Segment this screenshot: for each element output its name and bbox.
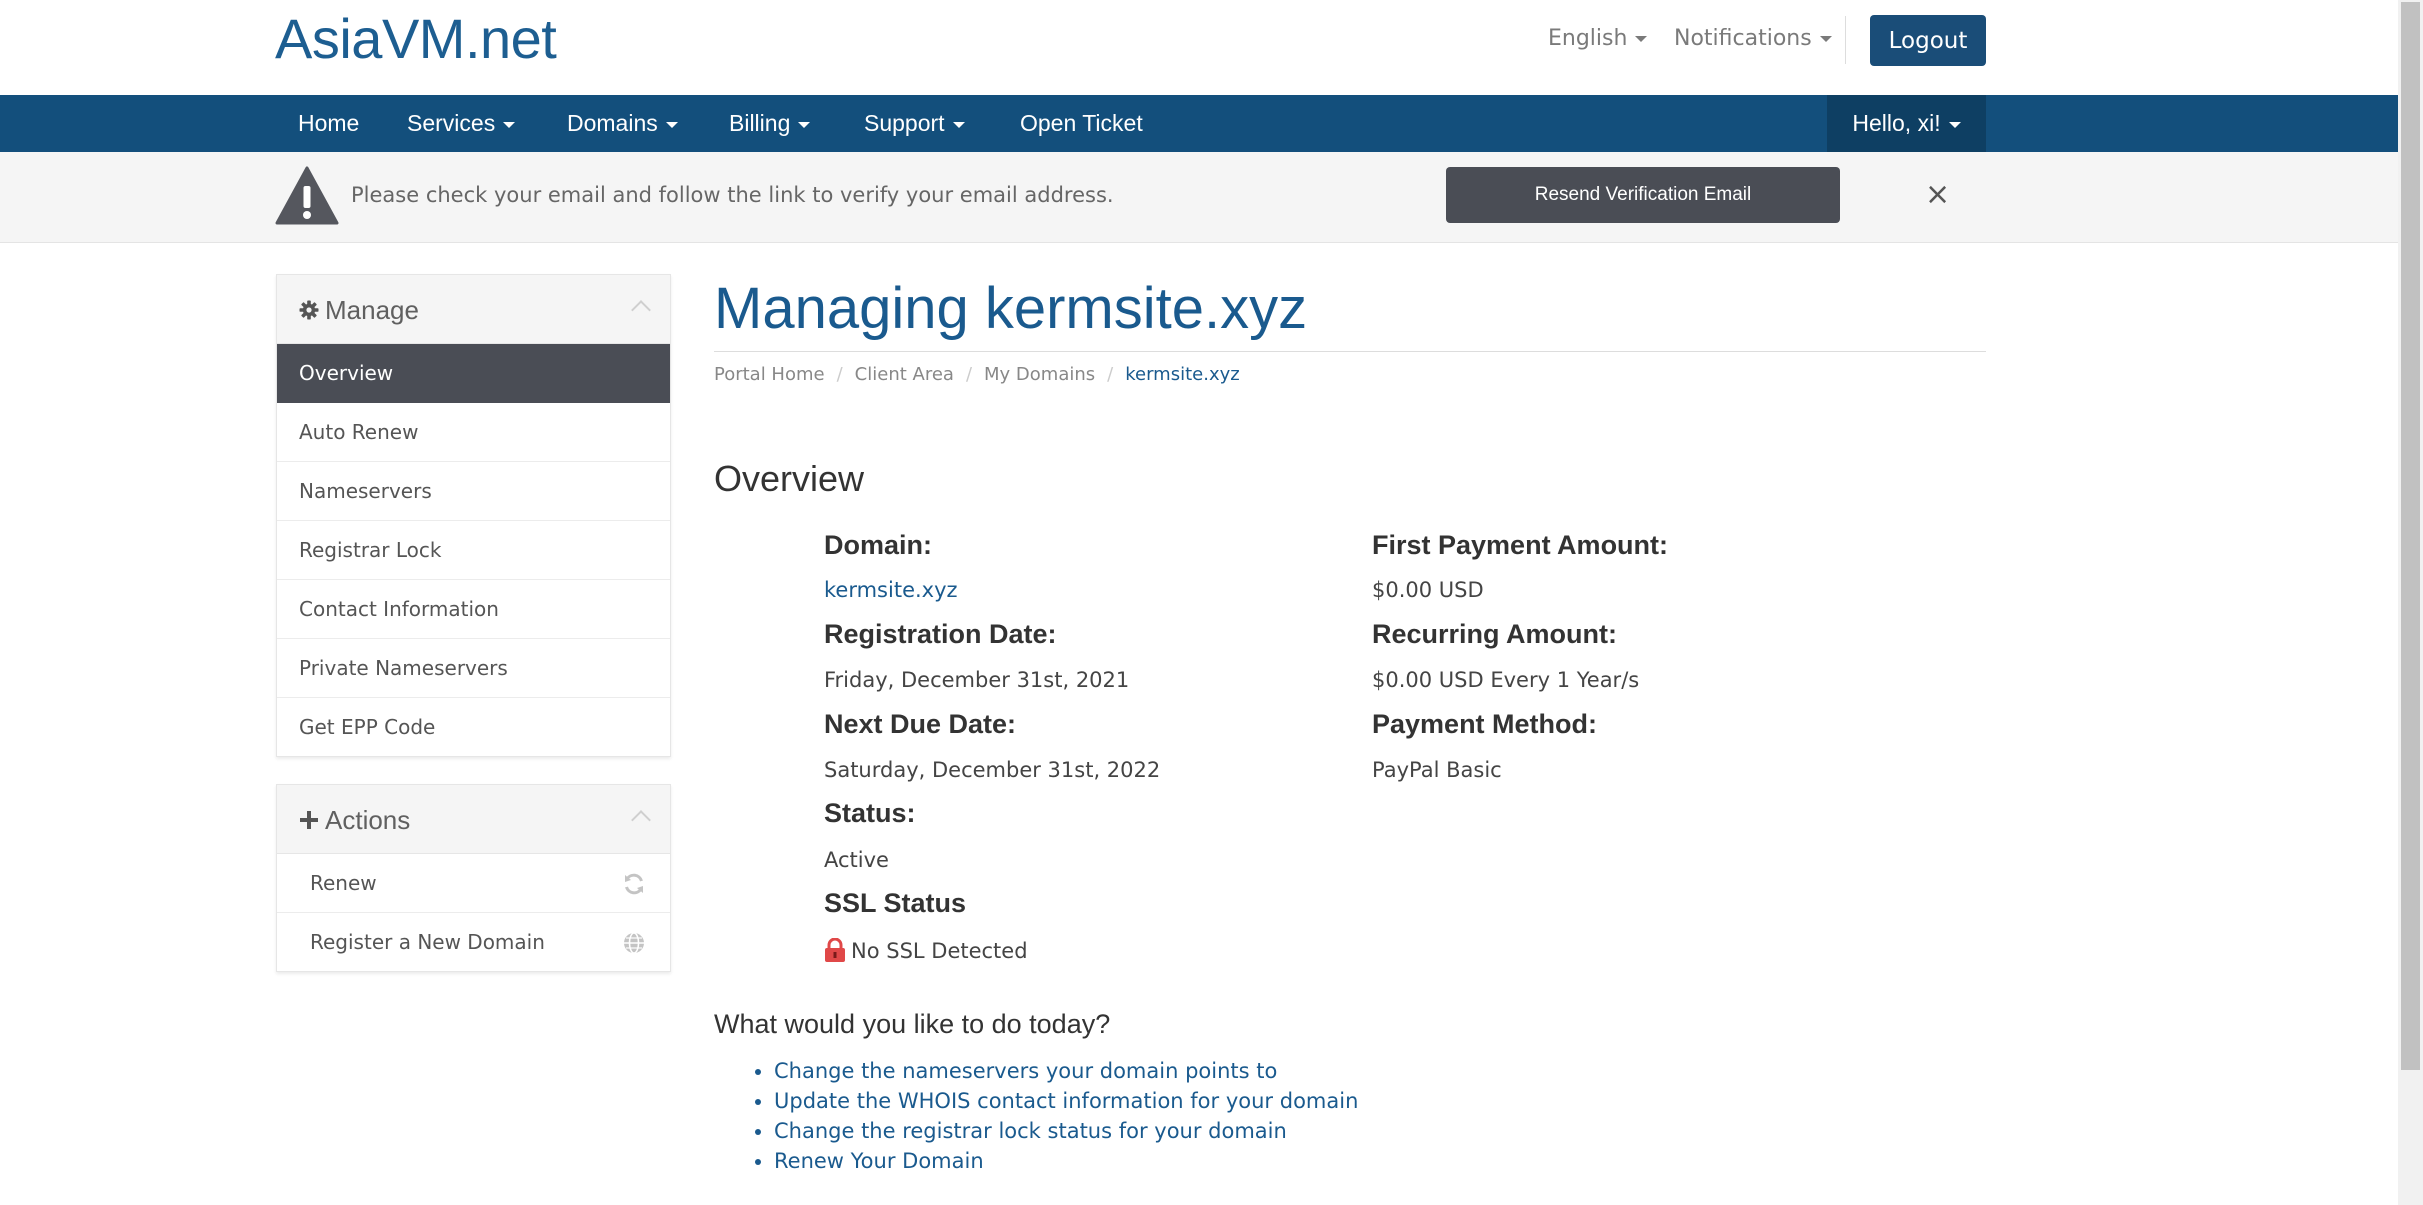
sidebar-item-label: Nameservers bbox=[299, 479, 432, 503]
sidebar-item-label: Register a New Domain bbox=[310, 930, 545, 954]
sidebar-item-renew[interactable]: Renew bbox=[277, 854, 670, 913]
payment-method-value: PayPal Basic bbox=[1372, 758, 1502, 782]
registration-date-value: Friday, December 31st, 2021 bbox=[824, 668, 1130, 692]
caret-down-icon bbox=[1948, 121, 1961, 128]
caret-down-icon bbox=[952, 121, 965, 128]
breadcrumb-client-area[interactable]: Client Area bbox=[855, 364, 954, 385]
warning-icon bbox=[275, 166, 339, 225]
sidebar-item-contact-information[interactable]: Contact Information bbox=[277, 580, 670, 639]
nav-domains-label: Domains bbox=[567, 110, 658, 136]
manage-panel-title: Manage bbox=[325, 295, 419, 325]
link-update-whois[interactable]: Update the WHOIS contact information for… bbox=[774, 1086, 1358, 1116]
link-change-nameservers[interactable]: Change the nameservers your domain point… bbox=[774, 1056, 1358, 1086]
breadcrumb-separator: / bbox=[965, 364, 973, 385]
sidebar-item-label: Auto Renew bbox=[299, 420, 419, 444]
lock-icon bbox=[825, 937, 845, 962]
refresh-icon bbox=[625, 873, 643, 895]
plus-icon bbox=[300, 811, 318, 829]
sidebar-item-register-new-domain[interactable]: Register a New Domain bbox=[277, 913, 670, 971]
recurring-amount-label: Recurring Amount: bbox=[1372, 619, 1617, 649]
breadcrumb-separator: / bbox=[836, 364, 843, 385]
sidebar-item-registrar-lock[interactable]: Registrar Lock bbox=[277, 521, 670, 580]
nav-domains[interactable]: Domains bbox=[567, 95, 678, 152]
caret-down-icon bbox=[665, 121, 678, 128]
user-menu[interactable]: Hello, xi! bbox=[1827, 95, 1986, 152]
scrollbar-thumb[interactable] bbox=[2401, 2, 2420, 1070]
nav-support-label: Support bbox=[864, 110, 945, 136]
manage-panel: Manage Overview Auto Renew Nameservers R… bbox=[276, 274, 671, 757]
registration-date-label: Registration Date: bbox=[824, 619, 1057, 649]
manage-panel-header[interactable]: Manage bbox=[277, 275, 670, 344]
ssl-status-value: No SSL Detected bbox=[851, 939, 1028, 963]
sidebar-item-overview[interactable]: Overview bbox=[277, 344, 670, 403]
actions-panel-title: Actions bbox=[325, 805, 411, 835]
chevron-up-icon[interactable] bbox=[631, 810, 651, 830]
header: AsiaVM.net English Notifications Logout bbox=[0, 0, 2398, 95]
nav-billing[interactable]: Billing bbox=[729, 95, 811, 152]
language-dropdown[interactable]: English bbox=[1548, 26, 1648, 51]
sidebar-item-label: Overview bbox=[299, 361, 394, 385]
sidebar-item-auto-renew[interactable]: Auto Renew bbox=[277, 403, 670, 462]
logout-button[interactable]: Logout bbox=[1870, 15, 1986, 66]
sidebar-item-nameservers[interactable]: Nameservers bbox=[277, 462, 670, 521]
page-title: Managing kermsite.xyz bbox=[714, 276, 1308, 341]
caret-down-icon bbox=[1819, 36, 1832, 42]
nav-support[interactable]: Support bbox=[864, 95, 965, 152]
globe-icon bbox=[624, 932, 644, 954]
overview-heading: Overview bbox=[714, 458, 865, 499]
header-divider bbox=[1845, 16, 1846, 64]
chevron-up-icon[interactable] bbox=[631, 300, 651, 320]
todo-list: Change the nameservers your domain point… bbox=[752, 1056, 1358, 1176]
breadcrumb-separator: / bbox=[1107, 364, 1114, 385]
first-payment-label: First Payment Amount: bbox=[1372, 530, 1669, 560]
close-icon[interactable]: × bbox=[1925, 180, 1950, 210]
notifications-label: Notifications bbox=[1674, 26, 1812, 51]
first-payment-value: $0.00 USD bbox=[1372, 578, 1484, 602]
sidebar-item-label: Renew bbox=[310, 871, 377, 895]
link-change-registrar-lock[interactable]: Change the registrar lock status for you… bbox=[774, 1116, 1358, 1146]
user-greeting: Hello, xi! bbox=[1852, 110, 1941, 136]
caret-down-icon bbox=[503, 121, 516, 128]
sidebar-item-label: Registrar Lock bbox=[299, 538, 442, 562]
language-label: English bbox=[1548, 26, 1628, 51]
site-logo[interactable]: AsiaVM.net bbox=[275, 6, 557, 71]
link-renew-domain[interactable]: Renew Your Domain bbox=[774, 1146, 1358, 1176]
actions-panel-header[interactable]: Actions bbox=[277, 785, 670, 854]
domain-value-link[interactable]: kermsite.xyz bbox=[824, 578, 958, 602]
caret-down-icon bbox=[798, 121, 811, 128]
main-navbar: Home Services Domains Billing Support Op… bbox=[0, 95, 2398, 152]
sidebar-item-label: Get EPP Code bbox=[299, 715, 436, 739]
ssl-status: No SSL Detected bbox=[824, 937, 1028, 963]
nav-home[interactable]: Home bbox=[298, 95, 359, 152]
breadcrumb-portal-home[interactable]: Portal Home bbox=[714, 364, 825, 385]
sidebar-item-label: Private Nameservers bbox=[299, 656, 508, 680]
alert-message: Please check your email and follow the l… bbox=[351, 183, 1114, 207]
sidebar-item-get-epp-code[interactable]: Get EPP Code bbox=[277, 698, 670, 756]
sidebar-item-label: Contact Information bbox=[299, 597, 499, 621]
ssl-status-label: SSL Status bbox=[824, 888, 967, 918]
title-divider bbox=[714, 351, 1986, 352]
status-label: Status: bbox=[824, 798, 916, 828]
nav-open-ticket[interactable]: Open Ticket bbox=[1020, 95, 1143, 152]
resend-verification-button[interactable]: Resend Verification Email bbox=[1446, 167, 1840, 223]
payment-method-label: Payment Method: bbox=[1372, 709, 1598, 739]
nav-billing-label: Billing bbox=[729, 110, 791, 136]
sidebar-item-private-nameservers[interactable]: Private Nameservers bbox=[277, 639, 670, 698]
breadcrumb: Portal Home / Client Area / My Domains / kerms… bbox=[714, 364, 1240, 385]
gear-icon bbox=[299, 300, 319, 320]
next-due-date-label: Next Due Date: bbox=[824, 709, 1017, 739]
nav-services[interactable]: Services bbox=[407, 95, 516, 152]
todo-heading: What would you like to do today? bbox=[714, 1009, 1111, 1039]
nav-services-label: Services bbox=[407, 110, 496, 136]
recurring-amount-value: $0.00 USD Every 1 Year/s bbox=[1372, 668, 1640, 692]
domain-label: Domain: bbox=[824, 530, 932, 560]
actions-panel: Actions Renew Register a New Domain bbox=[276, 784, 671, 972]
notifications-dropdown[interactable]: Notifications bbox=[1674, 26, 1832, 51]
breadcrumb-current: kermsite.xyz bbox=[1125, 364, 1240, 385]
caret-down-icon bbox=[1635, 36, 1648, 42]
status-value: Active bbox=[824, 848, 889, 872]
breadcrumb-my-domains[interactable]: My Domains bbox=[984, 364, 1095, 385]
next-due-date-value: Saturday, December 31st, 2022 bbox=[824, 758, 1161, 782]
